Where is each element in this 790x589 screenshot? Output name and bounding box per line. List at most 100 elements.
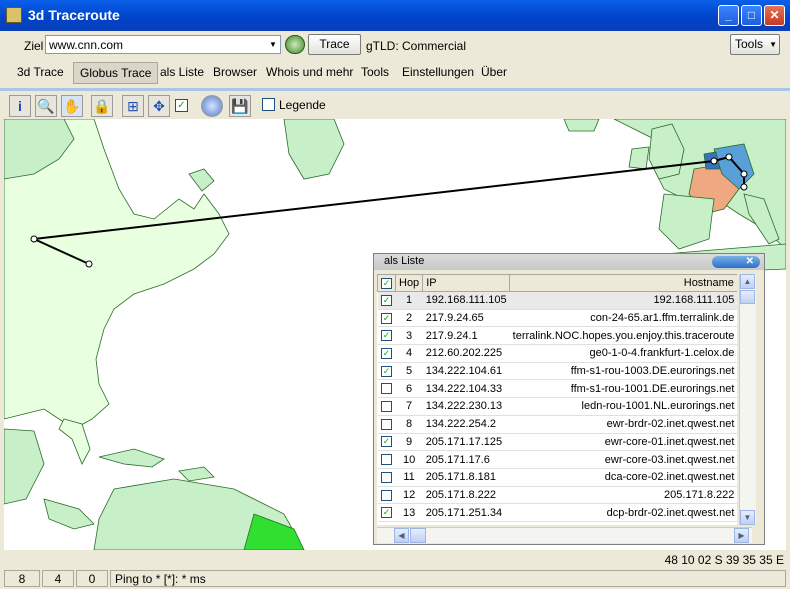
tools-dropdown[interactable]: Tools ▼: [730, 34, 780, 55]
table-row[interactable]: ✓ 2 217.9.24.65 con-24-65.ar1.ffm.terralink…: [377, 309, 737, 328]
status-text: Ping to * [*]: * ms: [110, 570, 786, 587]
maximize-button[interactable]: □: [741, 5, 762, 26]
row-hop: 11: [395, 468, 423, 487]
row-checkbox[interactable]: [377, 450, 396, 469]
scroll-right-icon[interactable]: ▶: [734, 528, 749, 543]
tab-3d-trace[interactable]: 3d Trace: [17, 65, 64, 79]
row-hostname: con-24-65.ar1.ffm.terralink.de: [509, 309, 737, 328]
row-checkbox[interactable]: ✓: [377, 433, 396, 452]
row-checkbox[interactable]: ✓: [377, 309, 396, 328]
row-hop: 9: [395, 433, 423, 452]
column-ip[interactable]: IP: [422, 274, 511, 292]
tab-globus-trace[interactable]: Globus Trace: [73, 62, 159, 84]
minimize-button[interactable]: _: [718, 5, 739, 26]
table-row[interactable]: 7 134.222.230.13 ledn-rou-1001.NL.euroring…: [377, 397, 737, 416]
row-checkbox[interactable]: [377, 415, 396, 434]
row-ip: 217.9.24.1: [422, 326, 510, 346]
hispaniola-land: [178, 466, 215, 482]
target-url-field[interactable]: www.cnn.com ▼: [45, 35, 281, 54]
central-america-land: [43, 498, 95, 530]
row-hostname: ffm-s1-rou-1001.DE.eurorings.net: [509, 379, 737, 399]
list-panel[interactable]: als Liste ✕ ✓ Hop IP Hostname la ✓1192.1…: [373, 253, 765, 545]
tab-als-liste[interactable]: als Liste: [160, 65, 204, 79]
save-icon[interactable]: 💾: [229, 95, 251, 117]
table-row[interactable]: 6 134.222.104.33 ffm-s1-rou-1001.DE.eurori…: [377, 379, 737, 399]
scroll-up-icon[interactable]: ▲: [740, 274, 755, 289]
row-hostname: dca-core-02.inet.qwest.net: [509, 468, 737, 487]
row-checkbox[interactable]: ✓: [377, 291, 396, 310]
table-row[interactable]: ✓ 4 212.60.202.225 ge0-1-0-4.frankfurt-1.ce…: [377, 344, 737, 363]
globe-icon[interactable]: [201, 95, 223, 117]
row-hop: 4: [395, 344, 423, 363]
hop-marker: [740, 183, 748, 191]
status-count-a: 8: [4, 570, 40, 587]
legend-label: Legende: [279, 98, 326, 112]
table-row[interactable]: 10 205.171.17.6 ewr-core-03.inet.qwest.net: [377, 450, 737, 469]
row-ip: 134.222.104.33: [422, 379, 510, 399]
table-row[interactable]: 12 205.171.8.222 205.171.8.222: [377, 486, 737, 505]
column-hostname[interactable]: Hostname: [509, 274, 737, 292]
tab-whois[interactable]: Whois und mehr: [266, 65, 353, 79]
hand-icon[interactable]: ✋: [61, 95, 83, 117]
trace-button[interactable]: Trace: [308, 34, 361, 55]
row-hostname: 205.171.8.222: [509, 486, 737, 505]
row-checkbox[interactable]: ✓: [377, 503, 396, 522]
florida-land: [58, 418, 91, 465]
row-hostname: ledn-rou-1001.NL.eurorings.net: [509, 397, 737, 416]
row-ip: 205.171.8.181: [422, 468, 510, 487]
status-bar: 8 4 0 Ping to * [*]: * ms: [0, 568, 790, 589]
row-hostname: ewr-core-03.inet.qwest.net: [509, 450, 737, 469]
tab-browser[interactable]: Browser: [213, 65, 257, 79]
table-row[interactable]: ✓ 13 205.171.251.34 dcp-brdr-02.inet.qwest.…: [377, 503, 737, 522]
table-row[interactable]: 8 134.222.254.2 ewr-brdr-02.inet.qwest.net: [377, 415, 737, 434]
mexico-land: [4, 428, 45, 505]
row-hop: 6: [395, 379, 423, 399]
fit-icon[interactable]: ⊞: [122, 95, 144, 117]
chevron-down-icon: ▼: [769, 40, 777, 49]
vertical-scrollbar[interactable]: ▲ ▼: [739, 274, 756, 525]
tab-ueber[interactable]: Über: [481, 65, 507, 79]
row-ip: 212.60.202.225: [422, 344, 510, 363]
go-icon[interactable]: [285, 35, 305, 54]
iceland-land: [563, 119, 600, 132]
table-header-row: ✓ Hop IP Hostname la: [377, 274, 737, 292]
scroll-down-icon[interactable]: ▼: [740, 510, 755, 525]
row-ip: 205.171.17.6: [422, 450, 510, 469]
iberia-land: [658, 193, 715, 250]
row-checkbox[interactable]: [377, 397, 396, 416]
table-row[interactable]: ✓ 1 192.168.111.105 192.168.111.105: [377, 291, 737, 310]
toolbar-checkbox[interactable]: ✓: [175, 99, 188, 112]
menu-bar: 3d Trace Globus Trace als Liste Browser …: [0, 60, 790, 84]
scroll-hthumb[interactable]: [410, 528, 426, 543]
row-checkbox[interactable]: ✓: [377, 326, 396, 346]
scroll-thumb[interactable]: [740, 290, 755, 304]
target-url-value: www.cnn.com: [49, 38, 124, 52]
legend-checkbox[interactable]: [262, 98, 275, 111]
row-hop: 8: [395, 415, 423, 434]
row-checkbox[interactable]: [377, 486, 396, 505]
row-checkbox[interactable]: ✓: [377, 362, 396, 381]
horizontal-scrollbar[interactable]: ◀ ▶: [377, 527, 752, 543]
hop-table: ✓ Hop IP Hostname la ✓1192.168.111.10519…: [377, 274, 737, 525]
coords-readout: 48 10 02 S 39 35 35 E: [664, 553, 784, 567]
row-checkbox[interactable]: [377, 379, 396, 399]
info-icon[interactable]: i: [9, 95, 31, 117]
row-checkbox[interactable]: ✓: [377, 344, 396, 363]
chevron-down-icon[interactable]: ▼: [266, 36, 280, 53]
expand-icon[interactable]: ✥: [148, 95, 170, 117]
lock-icon[interactable]: 🔒: [91, 95, 113, 117]
close-button[interactable]: ✕: [764, 5, 785, 26]
tab-einstellungen[interactable]: Einstellungen: [402, 65, 474, 79]
tab-tools[interactable]: Tools: [361, 65, 389, 79]
zoom-icon[interactable]: 🔍: [35, 95, 57, 117]
column-hop[interactable]: Hop: [394, 274, 424, 292]
table-row[interactable]: ✓ 3 217.9.24.1 terralink.NOC.hopes.you.enjo…: [377, 326, 737, 346]
close-icon[interactable]: ✕: [712, 256, 760, 268]
row-checkbox[interactable]: [377, 468, 396, 487]
tools-label: Tools: [735, 37, 764, 51]
select-all-checkbox[interactable]: ✓: [377, 274, 396, 292]
scroll-left-icon[interactable]: ◀: [394, 528, 409, 543]
table-row[interactable]: ✓ 5 134.222.104.61 ffm-s1-rou-1003.DE.euror…: [377, 362, 737, 381]
table-row[interactable]: 11 205.171.8.181 dca-core-02.inet.qwest.ne…: [377, 468, 737, 487]
table-row[interactable]: ✓ 9 205.171.17.125 ewr-core-01.inet.qwest.n…: [377, 433, 737, 452]
